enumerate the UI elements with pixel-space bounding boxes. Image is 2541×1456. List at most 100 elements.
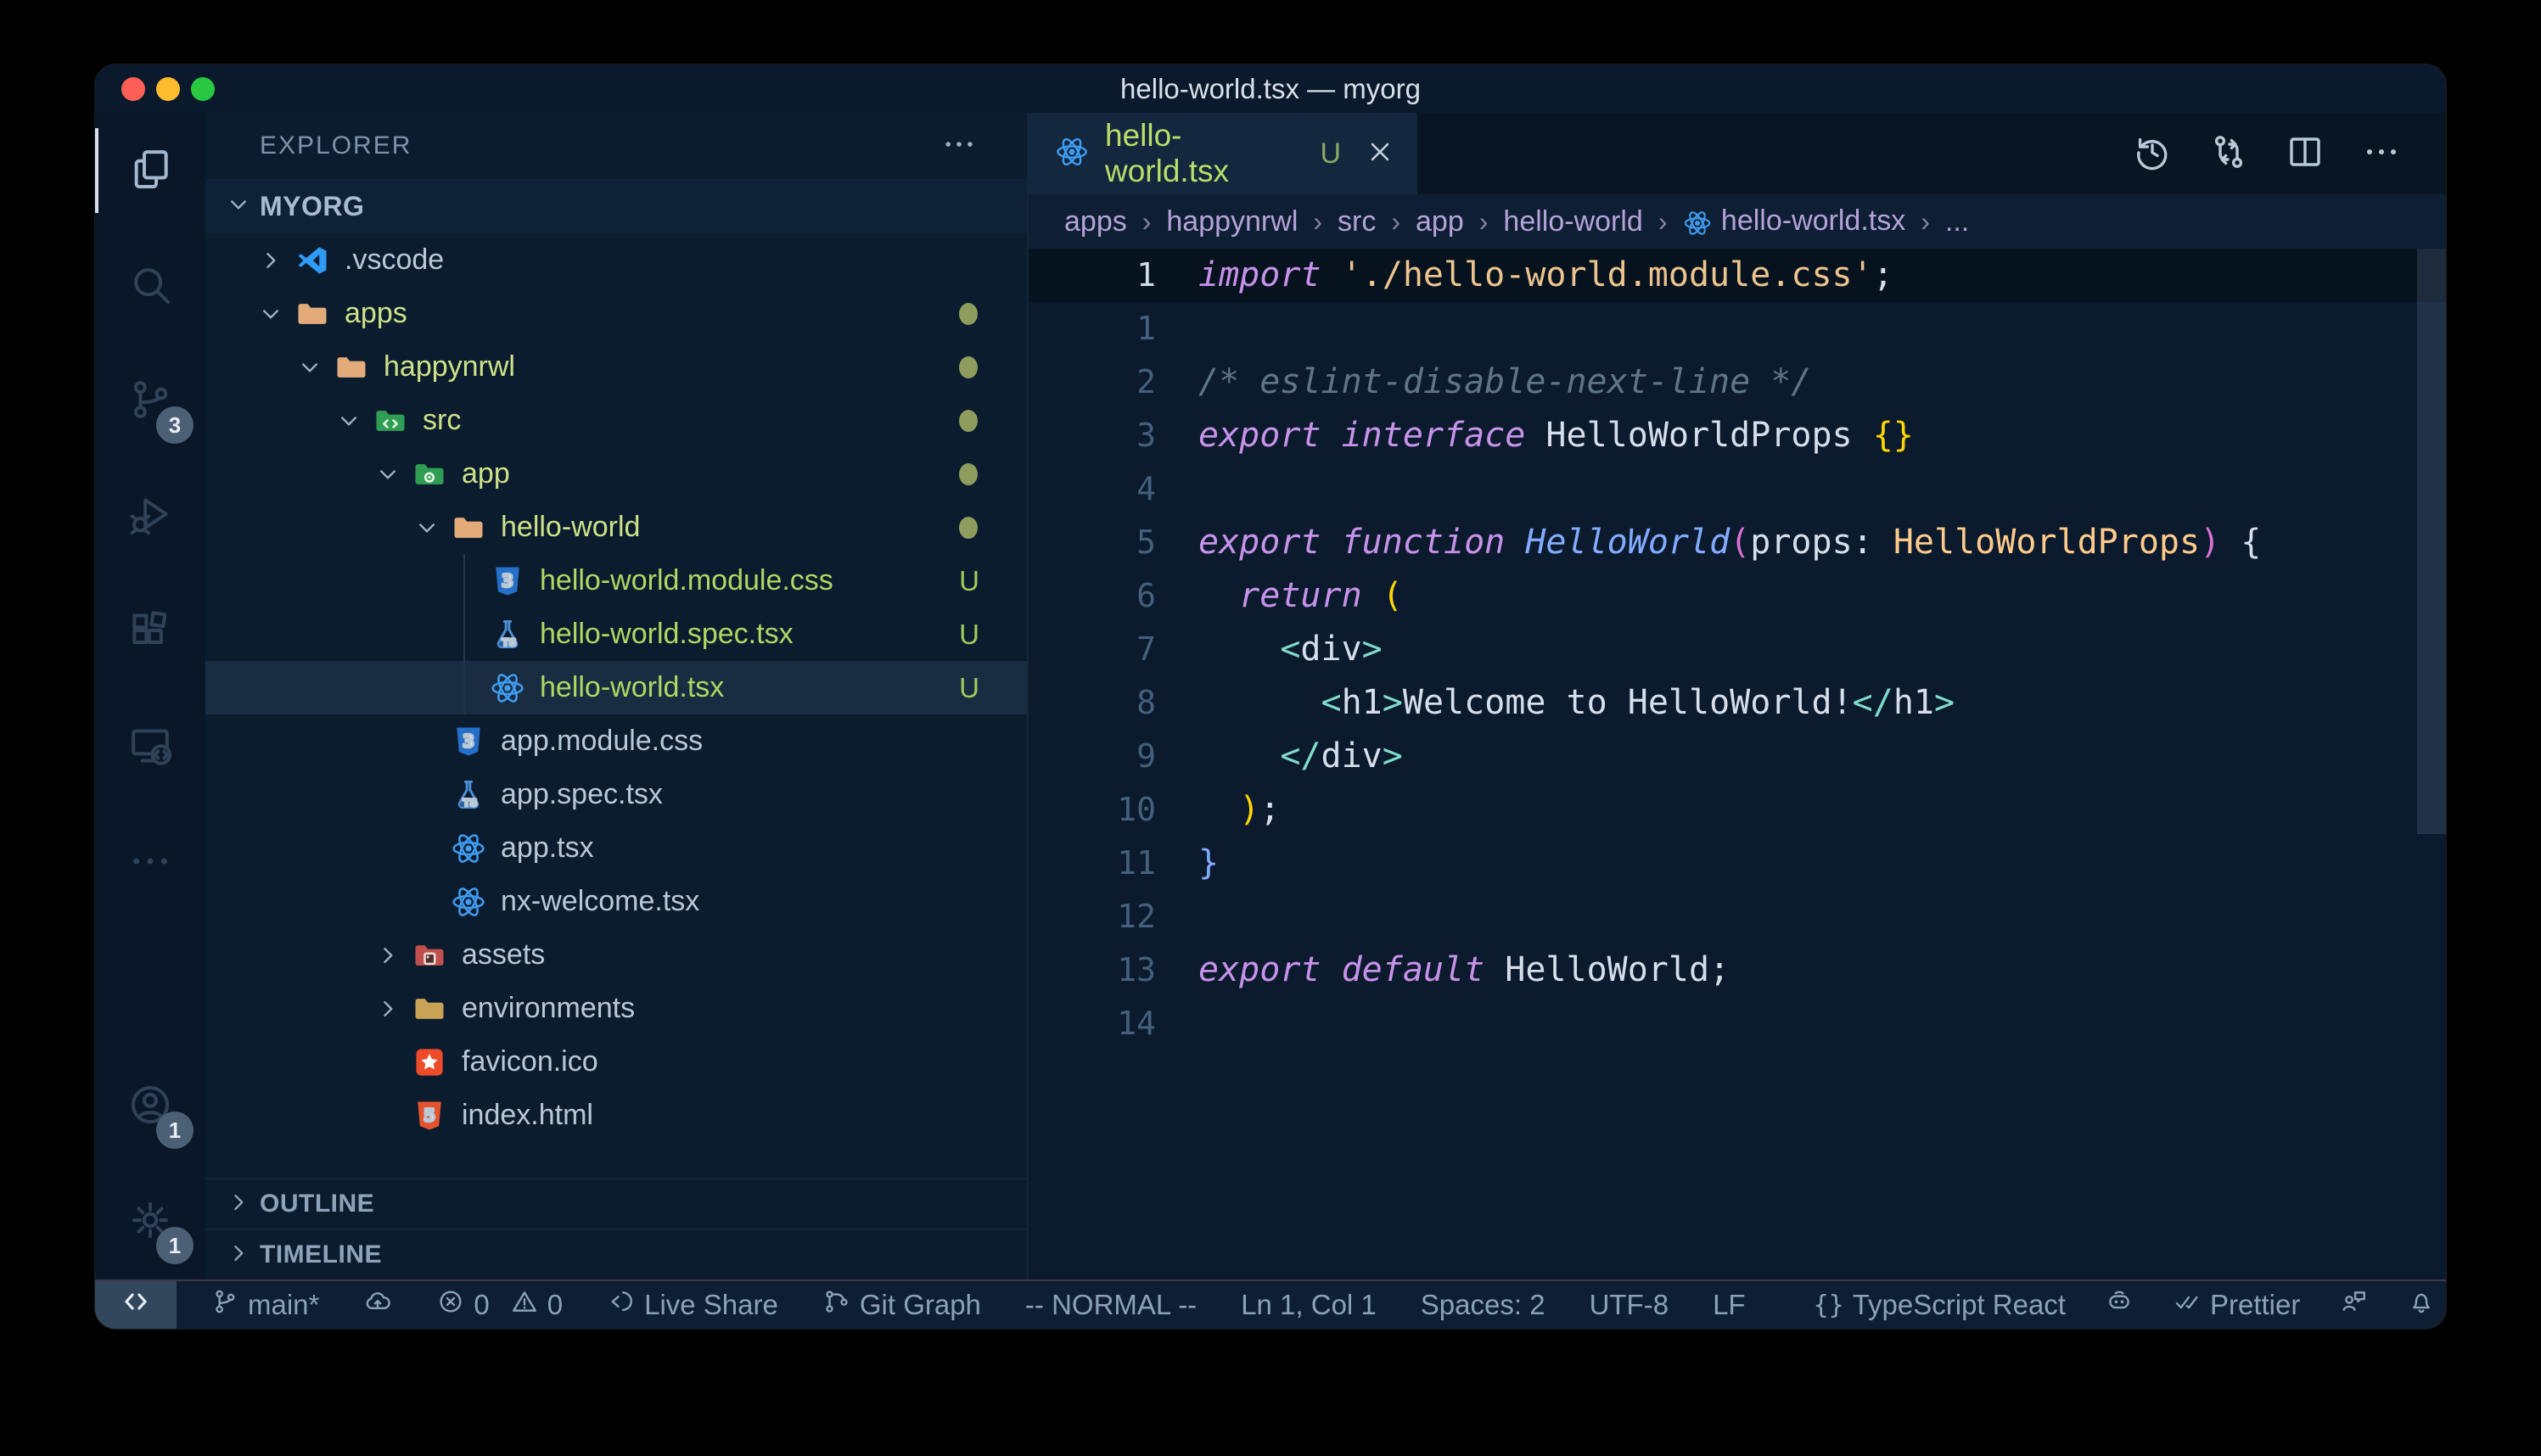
- formatter-status[interactable]: Prettier: [2173, 1287, 2300, 1323]
- encoding-setting[interactable]: UTF-8: [1590, 1289, 1669, 1321]
- test-icon: TS: [450, 776, 487, 814]
- tree-item-hello-world-spec-tsx[interactable]: TShello-world.spec.tsxU: [205, 608, 1027, 661]
- line-number: 14: [1029, 997, 1198, 1050]
- git-modified-dot: [959, 356, 978, 378]
- activity-accounts[interactable]: 1: [95, 1049, 205, 1164]
- code-line[interactable]: 7 <div>: [1029, 623, 2446, 676]
- tree-item-label: .vscode: [345, 244, 444, 277]
- code-line[interactable]: 4: [1029, 462, 2446, 516]
- close-tab-button[interactable]: [1365, 137, 1395, 171]
- ellipsis-icon: [2361, 161, 2402, 176]
- timeline-section-header[interactable]: TIMELINE: [205, 1229, 1027, 1280]
- feedback-button[interactable]: [2339, 1287, 2368, 1323]
- breadcrumb-item[interactable]: happynrwl: [1166, 205, 1298, 238]
- code-line[interactable]: 14: [1029, 997, 2446, 1050]
- tree-item-label: favicon.ico: [462, 1045, 598, 1078]
- remote-indicator[interactable]: [95, 1281, 177, 1329]
- code-line[interactable]: 9 </div>: [1029, 730, 2446, 783]
- breadcrumb-item[interactable]: src: [1338, 205, 1376, 238]
- activity-remote-explorer[interactable]: [95, 690, 205, 805]
- tree-item-apps[interactable]: apps: [205, 287, 1027, 340]
- tree-item-app-tsx[interactable]: app.tsx: [205, 821, 1027, 875]
- outline-label: OUTLINE: [260, 1190, 374, 1218]
- code-line[interactable]: 13export default HelloWorld;: [1029, 944, 2446, 997]
- maximize-window-button[interactable]: [191, 77, 215, 101]
- chevron-down-icon: [373, 460, 411, 489]
- git-graph-button[interactable]: Git Graph: [822, 1287, 981, 1323]
- timeline-history-button[interactable]: [2132, 132, 2173, 176]
- breadcrumb-item[interactable]: hello-world.tsx: [1682, 204, 1905, 238]
- breadcrumb-separator: ›: [1921, 206, 1930, 238]
- activity-more[interactable]: [95, 805, 205, 921]
- explorer-more-actions-button[interactable]: [940, 126, 978, 167]
- tree-item-hello-world-module-css[interactable]: 3hello-world.module.cssU: [205, 554, 1027, 608]
- code-line[interactable]: 1import './hello-world.module.css';: [1029, 249, 2446, 302]
- tree-item--vscode[interactable]: .vscode: [205, 233, 1027, 287]
- tree-item-hello-world-tsx[interactable]: hello-world.tsxU: [205, 661, 1027, 714]
- tree-item-assets[interactable]: assets: [205, 928, 1027, 982]
- tab-hello-world-tsx[interactable]: hello-world.tsx U: [1029, 113, 1417, 194]
- code-line[interactable]: 12: [1029, 890, 2446, 944]
- tree-item-hello-world[interactable]: hello-world: [205, 501, 1027, 554]
- test-icon: TS: [489, 616, 526, 653]
- indentation-setting[interactable]: Spaces: 2: [1421, 1289, 1545, 1321]
- code-line[interactable]: 1: [1029, 302, 2446, 356]
- chevron-right-icon: [224, 1239, 253, 1272]
- workspace-section-header[interactable]: MYORG: [205, 179, 1027, 233]
- notifications-button[interactable]: [2407, 1287, 2436, 1323]
- tree-item-label: assets: [462, 938, 545, 972]
- activity-explorer[interactable]: [95, 113, 205, 228]
- tree-item-index-html[interactable]: 5index.html: [205, 1089, 1027, 1142]
- folder-app-icon: [411, 456, 448, 493]
- tree-item-label: hello-world: [501, 511, 640, 544]
- activity-run-debug[interactable]: [95, 459, 205, 574]
- double-check-icon: [2173, 1287, 2202, 1323]
- tree-item-app-spec-tsx[interactable]: TSapp.spec.tsx: [205, 768, 1027, 821]
- code-line[interactable]: 8 <h1>Welcome to HelloWorld!</h1>: [1029, 676, 2446, 730]
- problems-status[interactable]: 0 0: [436, 1287, 563, 1323]
- source-control-badge: 3: [156, 406, 194, 444]
- folder-src-icon: [372, 402, 409, 440]
- breadcrumb-separator: ›: [1142, 206, 1152, 238]
- code-line[interactable]: 5export function HelloWorld(props: Hello…: [1029, 516, 2446, 569]
- open-changes-button[interactable]: [2208, 132, 2249, 176]
- close-window-button[interactable]: [121, 77, 145, 101]
- breadcrumb-item[interactable]: apps: [1064, 205, 1127, 238]
- copilot-status[interactable]: [2105, 1287, 2134, 1323]
- minimize-window-button[interactable]: [156, 77, 180, 101]
- code-line[interactable]: 10 );: [1029, 783, 2446, 837]
- tree-item-favicon-ico[interactable]: favicon.ico: [205, 1035, 1027, 1089]
- folder-apps-icon: [294, 295, 331, 333]
- editor-scrollbar[interactable]: [2417, 249, 2446, 834]
- window-controls: [121, 77, 215, 101]
- activity-source-control[interactable]: 3: [95, 344, 205, 459]
- code-line[interactable]: 11}: [1029, 837, 2446, 890]
- activity-settings[interactable]: 1: [95, 1164, 205, 1280]
- git-untracked-badge: U: [959, 619, 979, 651]
- split-editor-button[interactable]: [2285, 132, 2325, 176]
- code-line[interactable]: 2/* eslint-disable-next-line */: [1029, 356, 2446, 409]
- tree-item-app[interactable]: app: [205, 447, 1027, 501]
- live-share-button[interactable]: Live Share: [607, 1287, 778, 1323]
- cursor-position[interactable]: Ln 1, Col 1: [1241, 1289, 1377, 1321]
- outline-section-header[interactable]: OUTLINE: [205, 1178, 1027, 1229]
- code-editor[interactable]: 1import './hello-world.module.css';12/* …: [1029, 249, 2446, 1280]
- breadcrumb-item[interactable]: ...: [1945, 205, 1969, 238]
- tree-item-app-module-css[interactable]: 3app.module.css: [205, 714, 1027, 768]
- tree-item-environments[interactable]: environments: [205, 982, 1027, 1035]
- code-line[interactable]: 3export interface HelloWorldProps {}: [1029, 409, 2446, 462]
- tree-item-happynrwl[interactable]: happynrwl: [205, 340, 1027, 394]
- tree-item-src[interactable]: src: [205, 394, 1027, 447]
- editor-more-actions-button[interactable]: [2361, 132, 2402, 176]
- breadcrumb-item[interactable]: hello-world: [1503, 205, 1642, 238]
- publish-button[interactable]: [363, 1287, 392, 1323]
- tree-item-nx-welcome-tsx[interactable]: nx-welcome.tsx: [205, 875, 1027, 928]
- git-branch-status[interactable]: main*: [210, 1287, 319, 1323]
- activity-search[interactable]: [95, 228, 205, 344]
- code-line[interactable]: 6 return (: [1029, 569, 2446, 623]
- copilot-icon: [2105, 1287, 2134, 1323]
- language-mode[interactable]: {}TypeScript React: [1814, 1289, 2066, 1321]
- eol-setting[interactable]: LF: [1713, 1289, 1746, 1321]
- breadcrumb-item[interactable]: app: [1416, 205, 1464, 238]
- activity-extensions[interactable]: [95, 574, 205, 690]
